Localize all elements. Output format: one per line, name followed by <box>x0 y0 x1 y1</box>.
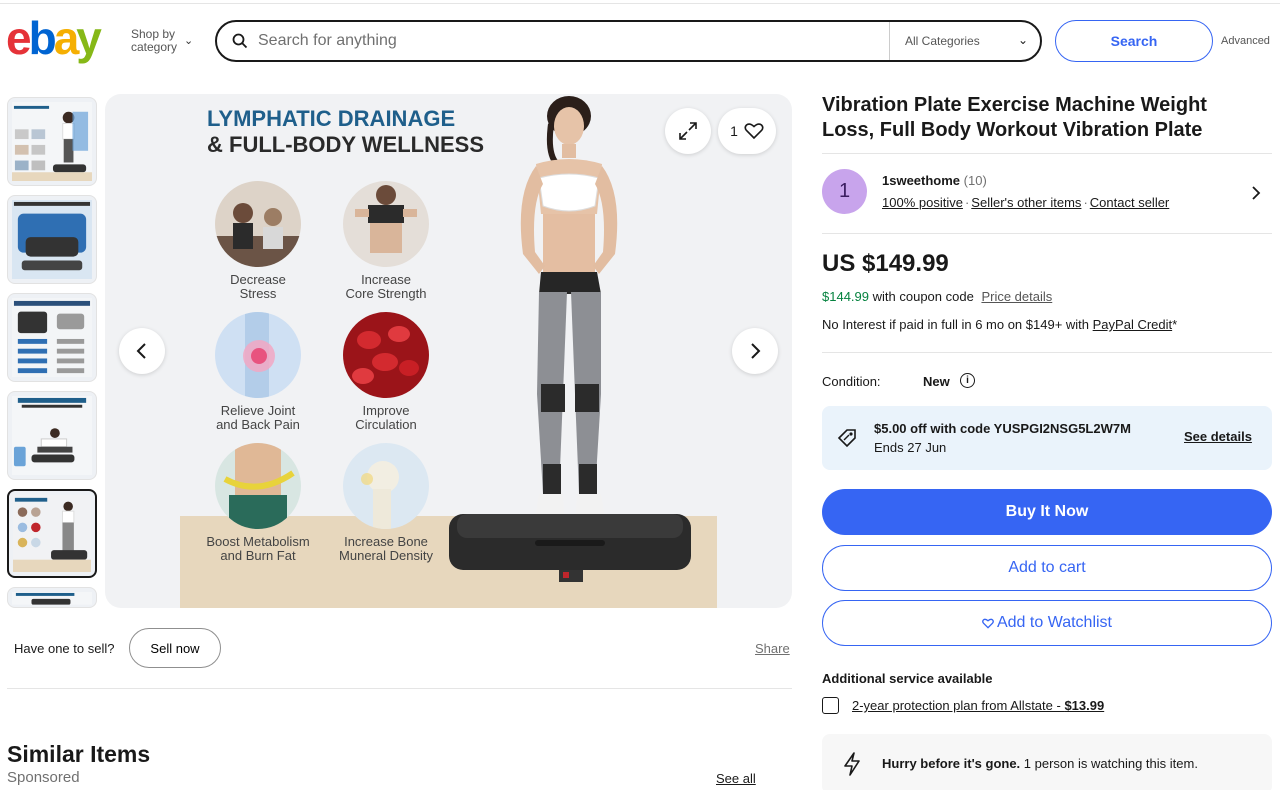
heart-icon <box>982 618 994 629</box>
divider <box>7 688 792 689</box>
protection-plan-checkbox[interactable] <box>822 697 839 714</box>
price: US $149.99 <box>822 250 949 277</box>
benefit-label: Boost Metabolism and Burn Fat <box>206 534 310 563</box>
promo-ends: Ends 27 Jun <box>874 440 947 455</box>
seller-avatar[interactable]: 1 <box>822 169 867 214</box>
divider <box>822 233 1272 234</box>
gallery-thumbnail[interactable] <box>7 391 97 480</box>
add-to-watchlist-button[interactable]: Add to Watchlist <box>822 600 1272 646</box>
seller-other-items-link[interactable]: Seller's other items <box>971 195 1081 210</box>
next-image-button[interactable] <box>732 328 778 374</box>
seller-feedback-count: (10) <box>963 173 987 188</box>
core-strength-image <box>343 181 429 267</box>
sponsored-label: Sponsored <box>7 769 80 786</box>
top-border <box>0 0 1280 4</box>
gallery-thumbnail[interactable] <box>7 587 97 608</box>
benefit-label: Decrease Stress <box>230 272 286 301</box>
protection-plan-link[interactable]: 2-year protection plan from Allstate - $… <box>852 698 1104 713</box>
chevron-left-icon <box>136 343 146 359</box>
thumbnail-image <box>13 495 91 573</box>
search-divider <box>889 22 890 60</box>
heart-icon <box>744 123 764 140</box>
divider <box>822 352 1272 353</box>
lightning-icon <box>844 752 860 776</box>
product-model-figure <box>449 96 691 582</box>
sell-question: Have one to sell? <box>14 641 115 656</box>
metabolism-image <box>215 443 301 529</box>
thumbnail-image <box>12 298 92 378</box>
chevron-down-icon[interactable]: ⌄ <box>1018 33 1028 47</box>
gallery-thumbnail-selected[interactable] <box>7 489 97 578</box>
hurry-text: Hurry before it's gone. 1 person is watc… <box>882 756 1198 771</box>
watchlist-label: Add to Watchlist <box>996 614 1112 631</box>
credit-line: No Interest if paid in full in 6 mo on $… <box>822 317 1178 332</box>
coupon-price: $144.99 <box>822 289 869 304</box>
divider <box>822 153 1272 154</box>
see-all-link[interactable]: See all <box>716 771 756 786</box>
share-link[interactable]: Share <box>755 641 790 656</box>
tag-icon <box>837 429 856 448</box>
chevron-right-icon <box>751 343 761 359</box>
decrease-stress-image <box>215 181 301 267</box>
similar-items-heading: Similar Items <box>7 741 151 767</box>
benefit-label: Relieve Joint and Back Pain <box>216 403 300 432</box>
thumbnail-image <box>12 102 92 182</box>
promo-title: $5.00 off with code YUSPGI2NSG5L2W7M <box>874 421 1131 436</box>
bone-density-image <box>343 443 429 529</box>
buy-it-now-button[interactable]: Buy It Now <box>822 489 1272 535</box>
seller-links: 100% positive · Seller's other items · Conta… <box>882 195 1170 210</box>
paypal-credit-link[interactable]: PayPal Credit <box>1093 317 1172 332</box>
coupon-price-line: $144.99 with coupon code Price details <box>822 289 1052 304</box>
previous-image-button[interactable] <box>119 328 165 374</box>
thumbnail-image <box>12 592 92 605</box>
expand-icon <box>679 122 697 140</box>
main-product-image[interactable]: LYMPHATIC DRAINAGE & FULL-BODY WELLNESS … <box>105 94 792 608</box>
additional-service-heading: Additional service available <box>822 671 993 686</box>
advanced-search-link[interactable]: Advanced <box>1221 35 1270 47</box>
shop-by-category[interactable]: Shop by category <box>131 28 181 54</box>
fullscreen-button[interactable] <box>665 108 711 154</box>
condition-value: New <box>923 374 950 389</box>
listing-title: Vibration Plate Exercise Machine Weight … <box>822 94 1207 141</box>
circulation-image <box>343 312 429 398</box>
info-icon[interactable]: i <box>960 373 975 388</box>
coupon-text: with coupon code <box>872 289 974 304</box>
image-heading-line1: LYMPHATIC DRAINAGE <box>207 106 456 131</box>
sell-now-button[interactable]: Sell now <box>129 628 221 668</box>
joint-pain-image <box>215 312 301 398</box>
price-details-link[interactable]: Price details <box>981 289 1052 304</box>
gallery-thumbnail[interactable] <box>7 97 97 186</box>
category-select[interactable]: All Categories <box>905 34 980 48</box>
condition-label: Condition: <box>822 374 881 389</box>
seller-positive-link[interactable]: 100% positive <box>882 195 963 210</box>
search-input[interactable] <box>258 29 878 53</box>
thumbnail-image <box>12 200 92 280</box>
chevron-down-icon[interactable]: ⌄ <box>184 34 193 47</box>
ebay-logo[interactable]: ebay <box>6 12 102 64</box>
search-icon <box>232 33 248 49</box>
thumbnail-image <box>12 396 92 476</box>
chevron-right-icon[interactable] <box>1251 185 1261 201</box>
search-button[interactable]: Search <box>1055 20 1213 62</box>
watch-count-button[interactable]: 1 <box>718 108 776 154</box>
contact-seller-link[interactable]: Contact seller <box>1090 195 1169 210</box>
gallery-thumbnail[interactable] <box>7 195 97 284</box>
see-details-link[interactable]: See details <box>1184 429 1252 444</box>
seller-name[interactable]: 1sweethome (10) <box>882 173 987 188</box>
gallery-thumbnail[interactable] <box>7 293 97 382</box>
add-to-cart-button[interactable]: Add to cart <box>822 545 1272 591</box>
watch-count: 1 <box>730 123 738 139</box>
